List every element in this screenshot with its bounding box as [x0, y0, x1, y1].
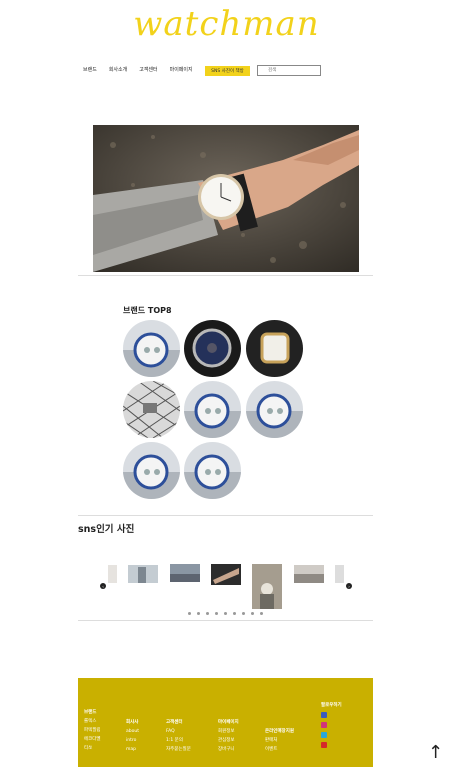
section-divider	[78, 620, 373, 621]
footer-link[interactable]: 관심정보	[218, 736, 239, 745]
nav-item-about[interactable]: 회사소개	[109, 66, 127, 73]
footer-column-brand: 브랜드 롤렉스 파텍필립 에코다멜 티쏘	[84, 708, 101, 753]
page-dot[interactable]	[215, 612, 218, 615]
site-footer: 브랜드 롤렉스 파텍필립 에코다멜 티쏘 회사사 about intro map…	[78, 678, 373, 767]
carousel-pagination	[188, 612, 263, 615]
facebook-icon[interactable]	[321, 712, 327, 718]
brand-thumbnail[interactable]	[184, 381, 241, 438]
instagram-icon[interactable]	[321, 722, 327, 728]
nav-item-support[interactable]: 고객센터	[139, 66, 157, 73]
member-button[interactable]: SNS 사진이 책방	[205, 66, 250, 76]
footer-column-support: 고객센터 FAQ 1:1 문의 자주묻는질문	[166, 718, 191, 754]
brand-thumbnail[interactable]	[246, 320, 303, 377]
footer-column-title: 마이페이지	[218, 720, 239, 725]
page-dot[interactable]	[233, 612, 236, 615]
carousel-next-icon[interactable]: ›	[346, 583, 352, 589]
site-logo[interactable]: watchman	[0, 4, 453, 44]
footer-column-online-store: 온라인매장지원 판매처 이벤트	[265, 727, 294, 754]
sns-thumb[interactable]	[211, 564, 241, 585]
brand-thumbnail[interactable]	[123, 442, 180, 499]
page-dot[interactable]	[224, 612, 227, 615]
footer-column-title: 회사사	[126, 720, 139, 725]
page-dot[interactable]	[242, 612, 245, 615]
footer-column-title: 온라인매장지원	[265, 729, 294, 734]
sns-section-title: sns인기 사진	[78, 524, 135, 535]
search-input[interactable]	[257, 65, 321, 76]
page-dot[interactable]	[251, 612, 254, 615]
footer-link[interactable]: 롤렉스	[84, 717, 101, 726]
sns-thumb[interactable]	[252, 564, 282, 609]
footer-link[interactable]: intro	[126, 736, 139, 745]
social-links	[321, 712, 327, 748]
main-nav: 브랜드 회사소개 고객센터 마이페이지	[83, 66, 193, 73]
brand-thumbnail[interactable]	[184, 442, 241, 499]
section-divider	[78, 275, 373, 276]
footer-link[interactable]: 1:1 문의	[166, 736, 191, 745]
youtube-icon[interactable]	[321, 742, 327, 748]
page-dot[interactable]	[206, 612, 209, 615]
page-dot[interactable]	[260, 612, 263, 615]
footer-link[interactable]: 에코다멜	[84, 735, 101, 744]
brand-thumbnail[interactable]	[184, 320, 241, 377]
brand-thumbnail[interactable]	[123, 381, 180, 438]
sns-thumb[interactable]	[294, 565, 324, 583]
nav-item-mypage[interactable]: 마이페이지	[170, 66, 193, 73]
footer-link[interactable]: 판매처	[265, 736, 294, 745]
footer-link[interactable]: 티쏘	[84, 744, 101, 753]
section-divider	[78, 515, 373, 516]
page-dot[interactable]	[188, 612, 191, 615]
footer-link[interactable]: FAQ	[166, 727, 191, 736]
sns-thumb[interactable]	[128, 565, 158, 583]
footer-column-title: 브랜드	[84, 710, 97, 715]
follow-title: 팔로우하기	[321, 703, 342, 708]
carousel-prev-icon[interactable]: ‹	[100, 583, 106, 589]
brand-thumbnail[interactable]	[246, 381, 303, 438]
sns-thumb[interactable]	[108, 565, 117, 583]
twitter-icon[interactable]	[321, 732, 327, 738]
sns-thumb[interactable]	[170, 564, 200, 582]
footer-link[interactable]: 자주묻는질문	[166, 745, 191, 754]
sns-thumb[interactable]	[335, 565, 344, 583]
footer-column-company: 회사사 about intro map	[126, 718, 139, 754]
footer-link[interactable]: 파텍필립	[84, 726, 101, 735]
footer-link[interactable]: 장바구니	[218, 745, 239, 754]
hero-image	[93, 125, 359, 272]
scroll-top-arrow-icon[interactable]: ↑	[428, 744, 443, 762]
footer-link[interactable]: about	[126, 727, 139, 736]
footer-link[interactable]: 회원정보	[218, 727, 239, 736]
footer-column-mypage: 마이페이지 회원정보 관심정보 장바구니	[218, 718, 239, 754]
footer-link[interactable]: map	[126, 745, 139, 754]
footer-column-title: 고객센터	[166, 720, 183, 725]
page-dot[interactable]	[197, 612, 200, 615]
nav-item-brand[interactable]: 브랜드	[83, 66, 97, 73]
footer-link[interactable]: 이벤트	[265, 745, 294, 754]
brand-thumbnail[interactable]	[123, 320, 180, 377]
brand-section-title: 브랜드 TOP8	[123, 306, 172, 315]
